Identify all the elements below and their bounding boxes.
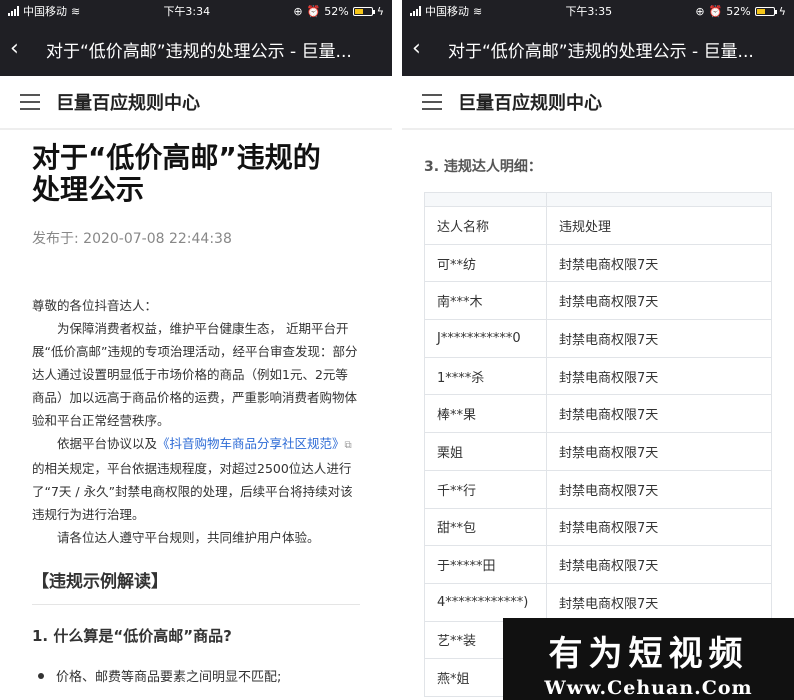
cell-creator-name: 南***木 [424, 281, 547, 321]
cell-penalty: 封禁电商权限7天 [546, 319, 772, 358]
window-title: 对于“低价高邮”违规的处理公示 - 巨量... [46, 41, 352, 62]
question-heading: 1. 什么算是“低价高邮”商品? [32, 627, 232, 645]
browser-title-bar: ‹ 对于“低价高邮”违规的处理公示 - 巨量... [402, 22, 794, 76]
bullet-icon [38, 672, 44, 679]
cell-penalty: 封禁电商权限7天 [546, 243, 772, 283]
alarm-icon: ⏰ [708, 4, 723, 18]
article: 对于“低价高邮”违规的 处理公示 发布于: 2020-07-08 22:44:3… [0, 130, 392, 685]
cell-creator-name: 4************) [424, 582, 547, 622]
detail-heading: 3. 违规达人明细： [424, 159, 542, 175]
window-title: 对于“低价高邮”违规的处理公示 - 巨量... [448, 41, 754, 62]
signal-icon [8, 6, 19, 16]
table-row: 南***木 封禁电商权限7天 [424, 281, 772, 321]
table-row: 甜**包 封禁电商权限7天 [424, 507, 772, 547]
cell-creator-name: 1****杀 [424, 356, 547, 396]
column-header-penalty: 违规处理 [546, 206, 772, 245]
cell-penalty: 封禁电商权限7天 [546, 356, 772, 396]
site-name[interactable]: 巨量百应规则中心 [458, 89, 602, 115]
status-bar: 中国移动 ≋ 下午3:34 ⊕ ⏰ 52% ϟ [0, 0, 392, 22]
greeting: 尊敬的各位抖音达人： [32, 298, 158, 313]
external-link-icon: ⧉ [344, 440, 352, 451]
cell-creator-name: 甜**包 [424, 507, 547, 547]
site-header: 巨量百应规则中心 [402, 76, 794, 130]
cell-penalty: 封禁电商权限7天 [546, 394, 772, 434]
watermark-banner: 有为短视频 Www.Cehuan.Com [503, 618, 794, 700]
alarm-icon: ⏰ [306, 4, 321, 18]
paragraph-2-lead: 依据平台协议以及 [57, 436, 158, 451]
table-row: 于*****田 封禁电商权限7天 [424, 545, 772, 584]
signal-icon [410, 6, 421, 16]
table-row: J***********0 封禁电商权限7天 [424, 319, 772, 358]
carrier-label: 中国移动 [23, 5, 67, 18]
menu-icon[interactable] [422, 94, 442, 110]
cell-penalty: 封禁电商权限7天 [546, 469, 772, 509]
back-icon[interactable]: ‹ [412, 38, 442, 60]
phone-screen-left: 中国移动 ≋ 下午3:34 ⊕ ⏰ 52% ϟ ‹ 对于“低价高邮”违规的处理公… [0, 0, 392, 700]
column-header-name: 达人名称 [424, 206, 547, 245]
cell-penalty: 封禁电商权限7天 [546, 507, 772, 547]
cell-creator-name: J***********0 [424, 319, 547, 358]
cell-penalty: 封禁电商权限7天 [546, 281, 772, 321]
table-header-row: 达人名称 违规处理 [424, 206, 772, 245]
watermark-title: 有为短视频 [548, 634, 749, 674]
wifi-icon: ≋ [71, 4, 81, 18]
wifi-icon: ≋ [473, 4, 483, 18]
phone-screen-right: 中国移动 ≋ 下午3:35 ⊕ ⏰ 52% ϟ ‹ 对于“低价高邮”违规的处理公… [402, 0, 794, 700]
watermark-url: Www.Cehuan.Com [544, 677, 753, 699]
menu-icon[interactable] [20, 94, 40, 110]
table-row: 4************) 封禁电商权限7天 [424, 582, 772, 622]
publish-date: 发布于: 2020-07-08 22:44:38 [32, 231, 232, 247]
site-header: 巨量百应规则中心 [0, 76, 392, 130]
section-heading: 【违规示例解读】 [32, 567, 360, 605]
table-row: 棒**果 封禁电商权限7天 [424, 394, 772, 434]
cell-penalty: 封禁电商权限7天 [546, 545, 772, 584]
battery-icon [352, 6, 375, 16]
back-icon[interactable]: ‹ [10, 38, 40, 60]
community-rules-link[interactable]: 《抖音购物车商品分享社区规范》 [157, 436, 345, 451]
article-title: 对于“低价高邮”违规的 处理公示 [32, 142, 360, 206]
battery-percent: 52% [324, 4, 349, 18]
browser-title-bar: ‹ 对于“低价高邮”违规的处理公示 - 巨量... [0, 22, 392, 76]
screenshot-canvas: 中国移动 ≋ 下午3:34 ⊕ ⏰ 52% ϟ ‹ 对于“低价高邮”违规的处理公… [0, 0, 794, 700]
table-row: 栗姐 封禁电商权限7天 [424, 432, 772, 471]
rotation-lock-icon: ⊕ [293, 4, 303, 18]
site-name[interactable]: 巨量百应规则中心 [56, 89, 200, 115]
battery-percent: 52% [726, 4, 751, 18]
cell-creator-name: 于*****田 [424, 545, 547, 584]
clock: 下午3:35 [565, 5, 613, 18]
battery-icon [754, 6, 777, 16]
charging-icon: ϟ [376, 4, 384, 18]
rotation-lock-icon: ⊕ [695, 4, 705, 18]
cell-creator-name: 栗姐 [424, 432, 547, 471]
list-item: 价格、邮费等商品要素之间明显不匹配; [32, 666, 360, 685]
list-item-text: 价格、邮费等商品要素之间明显不匹配; [56, 670, 282, 685]
paragraph-2-tail: 的相关规定，平台依据违规程度，对超过2500位达人进行了“7天 / 永久”封禁电… [32, 461, 353, 522]
carrier-label: 中国移动 [425, 5, 469, 18]
table-header-spacer [424, 192, 772, 207]
paragraph-2: 依据平台协议以及《抖音购物车商品分享社区规范》⧉ 的相关规定，平台依据违规程度，对… [32, 432, 360, 526]
cell-creator-name: 千**行 [424, 469, 547, 509]
paragraph-3: 请各位达人遵守平台规则，共同维护用户体验。 [57, 530, 320, 545]
article-title-line2: 处理公示 [32, 173, 145, 206]
table-row: 千**行 封禁电商权限7天 [424, 469, 772, 509]
article-title-line1: 对于“低价高邮”违规的 [32, 141, 321, 174]
cell-penalty: 封禁电商权限7天 [546, 432, 772, 471]
status-bar: 中国移动 ≋ 下午3:35 ⊕ ⏰ 52% ϟ [402, 0, 794, 22]
paragraph-1: 为保障消费者权益，维护平台健康生态， 近期平台开展“低价高邮”违规的专项治理活动… [32, 321, 358, 428]
clock: 下午3:34 [163, 5, 211, 18]
cell-creator-name: 棒**果 [424, 394, 547, 434]
cell-creator-name: 可**纺 [424, 243, 547, 283]
charging-icon: ϟ [778, 4, 786, 18]
table-row: 1****杀 封禁电商权限7天 [424, 356, 772, 396]
cell-penalty: 封禁电商权限7天 [546, 582, 772, 622]
table-row: 可**纺 封禁电商权限7天 [424, 243, 772, 283]
